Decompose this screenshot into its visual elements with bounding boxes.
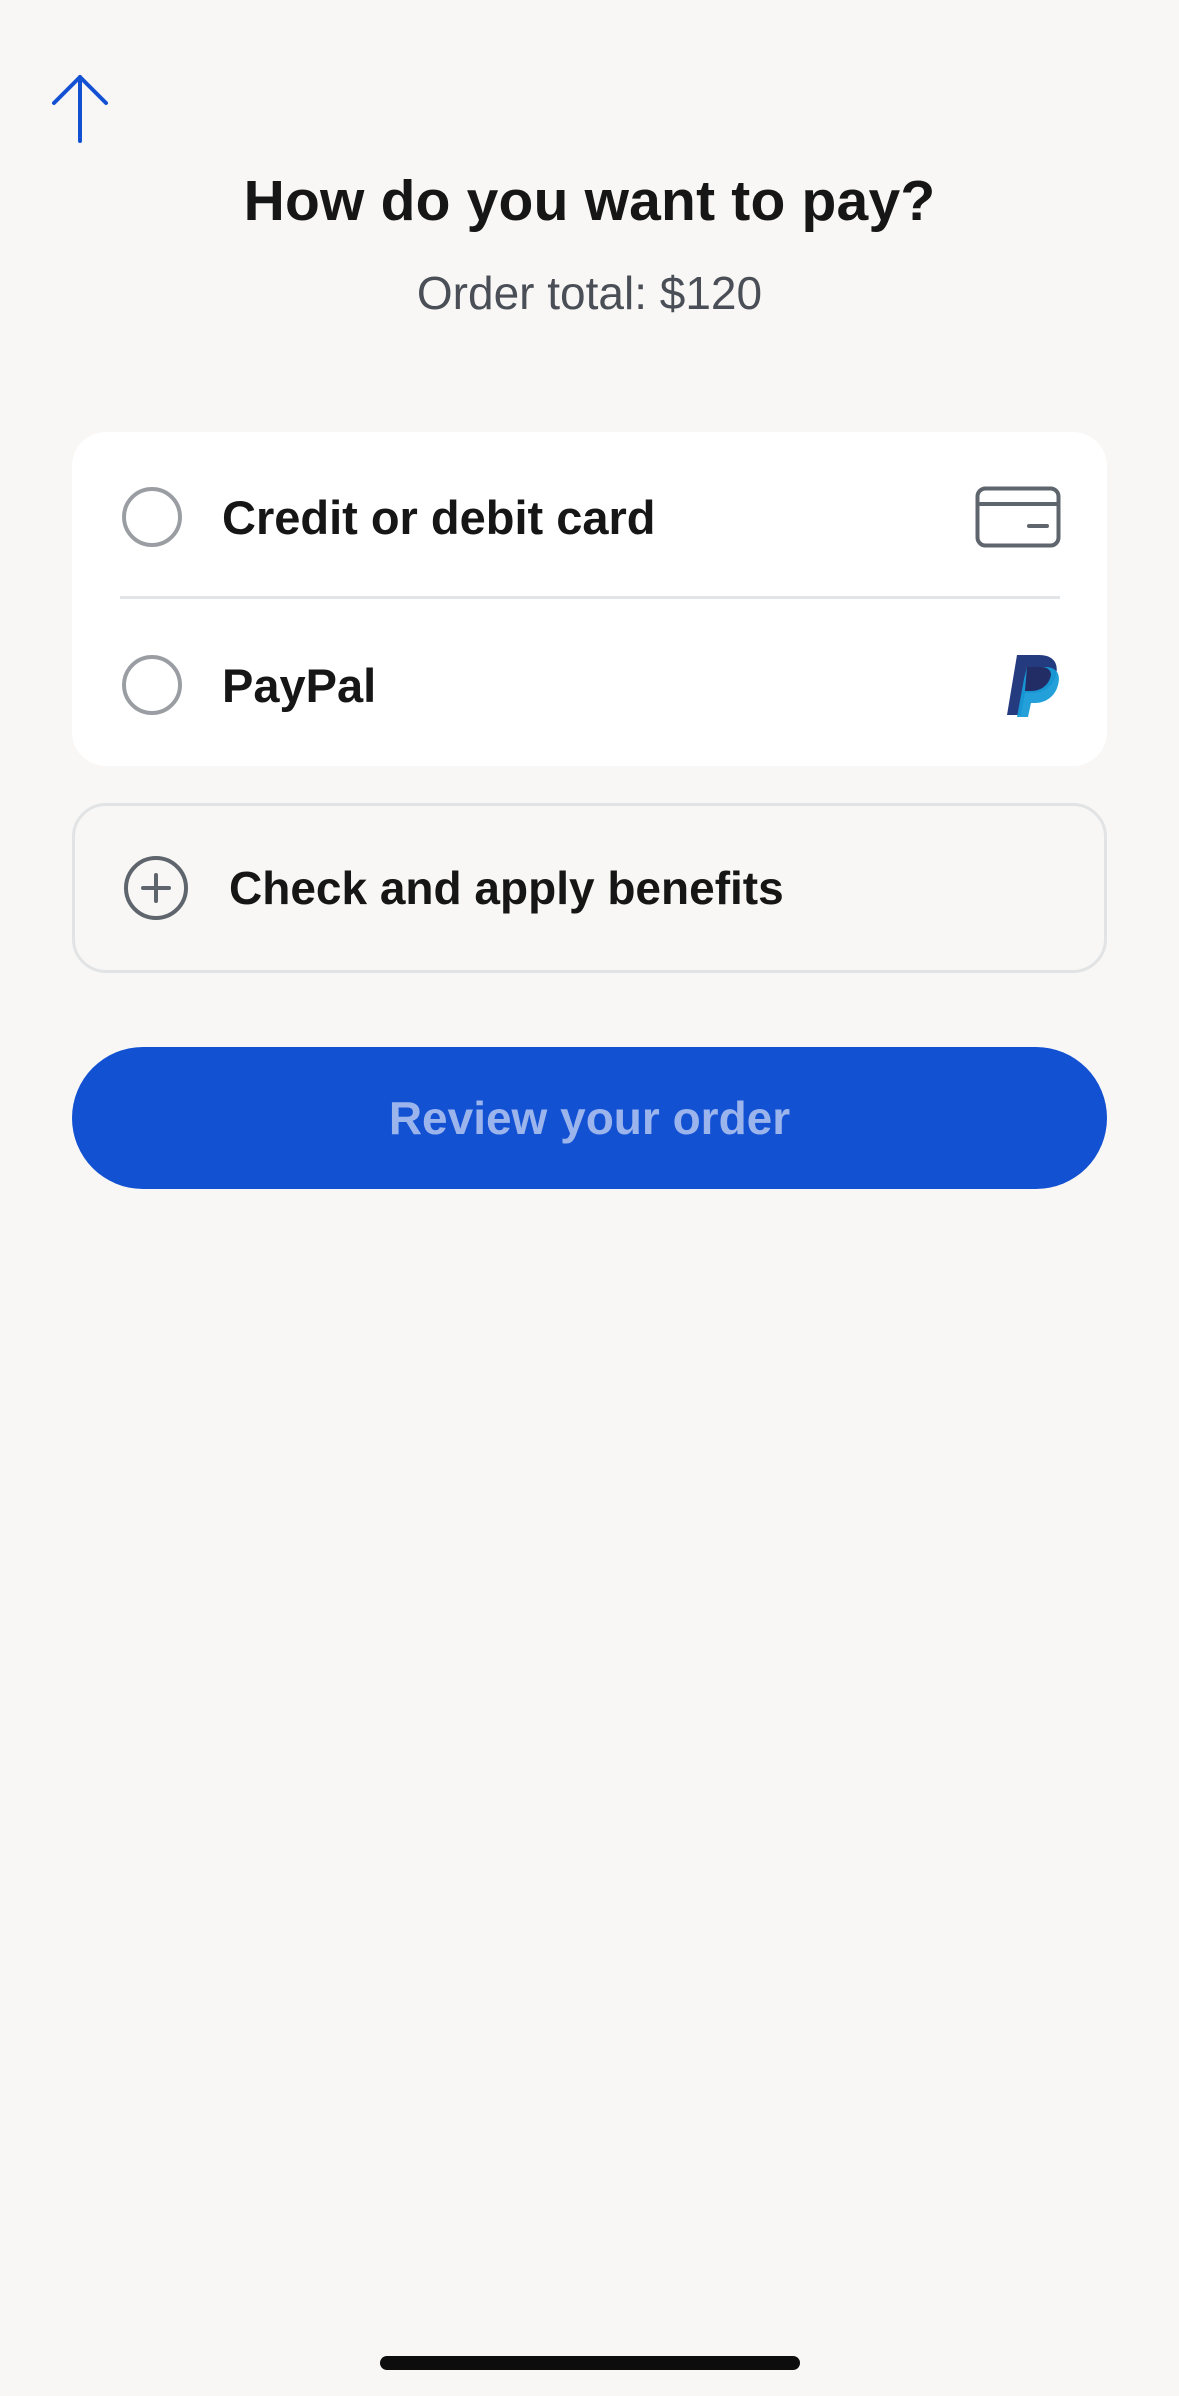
payment-options-card: Credit or debit card PayPal (72, 432, 1107, 766)
review-order-label: Review your order (388, 1092, 791, 1144)
paypal-logo-icon (1005, 653, 1061, 717)
arrow-up-icon (50, 71, 110, 143)
options-divider (120, 596, 1060, 599)
benefits-label: Check and apply benefits (229, 862, 784, 914)
check-benefits-button[interactable]: Check and apply benefits (72, 803, 1107, 973)
payment-method-screen: How do you want to pay? Order total: $12… (0, 0, 1179, 2396)
home-indicator[interactable] (380, 2356, 800, 2370)
plus-circle-icon (123, 855, 189, 921)
card-radio[interactable] (122, 487, 182, 547)
card-option-label: Credit or debit card (222, 490, 656, 544)
paypal-radio[interactable] (122, 655, 182, 715)
credit-card-icon (975, 486, 1061, 548)
paypal-option-label: PayPal (222, 658, 377, 712)
payment-option-card[interactable]: Credit or debit card (72, 434, 1107, 600)
review-order-button[interactable]: Review your order (72, 1047, 1107, 1189)
order-total: Order total: $120 (416, 267, 763, 319)
payment-option-paypal[interactable]: PayPal (72, 602, 1107, 768)
back-button[interactable] (40, 64, 120, 150)
page-title: How do you want to pay? (243, 169, 936, 233)
